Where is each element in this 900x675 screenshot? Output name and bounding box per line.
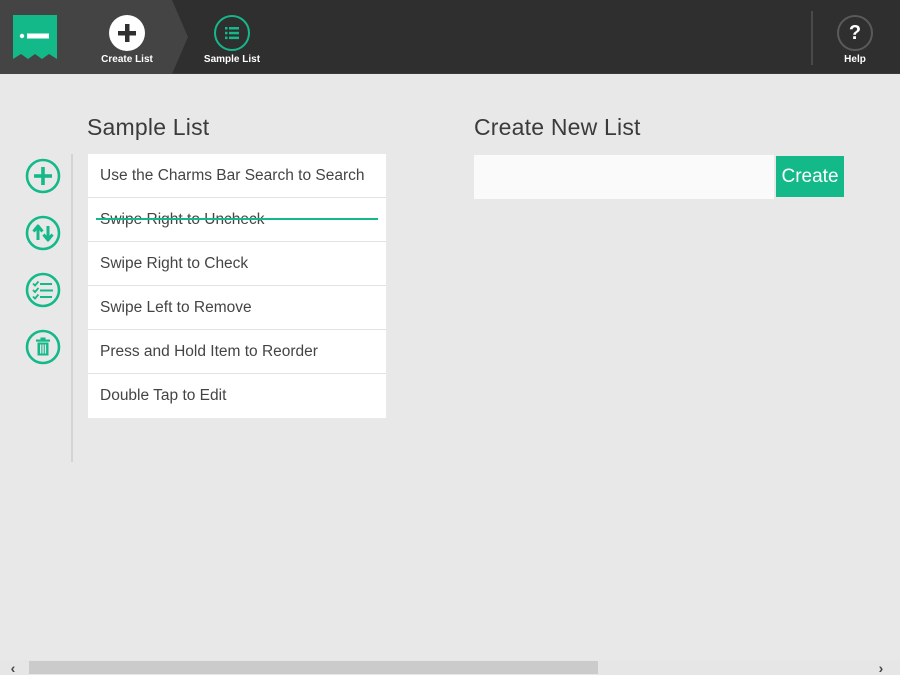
scrollbar-thumb[interactable] (29, 661, 598, 674)
list-item-checked[interactable]: Swipe Right to Uncheck (88, 198, 386, 242)
list-icon (214, 15, 250, 51)
help-button[interactable]: ? Help (835, 0, 875, 74)
list-item-text: Double Tap to Edit (100, 387, 227, 404)
plus-circle-icon (25, 158, 61, 194)
list-item[interactable]: Swipe Right to Check (88, 242, 386, 286)
list-item-text: Swipe Left to Remove (100, 298, 252, 316)
plus-icon (109, 15, 145, 51)
question-icon: ? (837, 15, 873, 51)
nav-sample-list-label: Sample List (203, 54, 261, 65)
list-item[interactable]: Use the Charms Bar Search to Search (88, 154, 386, 198)
trash-icon (25, 329, 61, 365)
reorder-button[interactable] (25, 215, 61, 251)
sample-list: Use the Charms Bar Search to Search Swip… (88, 154, 386, 418)
help-label: Help (844, 54, 866, 65)
list-item-text: Use the Charms Bar Search to Search (100, 166, 365, 184)
horizontal-scrollbar[interactable]: ‹ › (0, 660, 900, 675)
checklist-icon (25, 272, 61, 308)
nav-create-list-label: Create List (101, 54, 153, 65)
list-item[interactable]: Double Tap to Edit (88, 374, 386, 418)
sample-list-title: Sample List (87, 114, 210, 140)
new-list-name-input[interactable] (474, 155, 774, 199)
tool-rail-divider (71, 154, 73, 462)
nav-sample-list[interactable]: Sample List (200, 0, 264, 74)
create-button[interactable]: Create (776, 156, 844, 197)
check-all-button[interactable] (25, 272, 61, 308)
app-logo-icon (13, 15, 57, 59)
list-item-text: Press and Hold Item to Reorder (100, 342, 318, 360)
nav-create-list[interactable]: Create List (96, 0, 158, 74)
create-new-list-title: Create New List (474, 114, 641, 140)
top-app-bar: Create List Sample List ? Help (0, 0, 900, 74)
list-item[interactable]: Press and Hold Item to Reorder (88, 330, 386, 374)
list-item[interactable]: Swipe Left to Remove (88, 286, 386, 330)
list-item-text: Swipe Right to Check (100, 254, 249, 272)
scroll-right-arrow-icon[interactable]: › (874, 660, 888, 675)
add-item-button[interactable] (25, 158, 61, 194)
scroll-left-arrow-icon[interactable]: ‹ (6, 660, 20, 675)
strikethrough-line (96, 218, 378, 220)
header-divider (811, 11, 813, 65)
delete-button[interactable] (25, 329, 61, 365)
sort-arrows-icon (25, 215, 61, 251)
